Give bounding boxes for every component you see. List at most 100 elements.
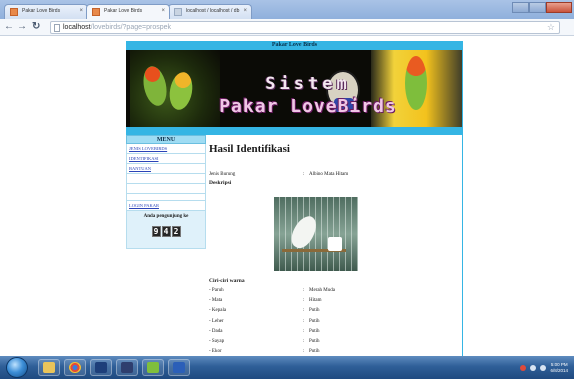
menu-item-jenis-lovebirds[interactable]: JENIS LOVEBIRDS <box>126 144 206 154</box>
site-banner: Sistem Pakar LoveBirds <box>126 50 463 127</box>
bookmark-star-icon[interactable]: ☆ <box>547 22 555 33</box>
banner-bottom-band <box>126 127 463 135</box>
menu-item-login-pakar[interactable]: LOGIN PAKAR <box>126 201 206 211</box>
close-tab-icon[interactable]: × <box>161 5 165 18</box>
back-arrow-icon[interactable]: ← <box>4 21 14 33</box>
feature-part: - Mata <box>209 298 223 304</box>
close-tab-icon[interactable]: × <box>79 5 83 18</box>
bird-type-row: Jenis Burung : Albino Mata Hitam <box>209 171 463 179</box>
start-button[interactable] <box>6 357 28 378</box>
menu-item-bantuan[interactable]: BANTUAN <box>126 164 206 174</box>
separator: : <box>303 298 305 304</box>
site-right-border <box>462 41 463 356</box>
minimize-button[interactable] <box>512 2 529 13</box>
page-title: Hasil Identifikasi <box>209 143 290 155</box>
feature-row: - Mata : Hitam <box>209 296 463 306</box>
separator: : <box>303 349 305 355</box>
features-label: Ciri-ciri warna <box>209 278 245 284</box>
tab-title: Pakar Love Birds <box>104 8 143 14</box>
feature-color: Putih <box>309 308 320 314</box>
counter-digit: 9 <box>151 226 161 237</box>
url-host: localhost <box>63 24 91 31</box>
browser-tab-1[interactable]: Pakar Love Birds × <box>4 4 88 19</box>
bird-type-label: Jenis Burung <box>209 172 236 177</box>
sidebar: MENU JENIS LOVEBIRDS IDENTIFIKASI BANTUA… <box>126 135 206 356</box>
tab-title: localhost / localhost / db <box>186 8 240 14</box>
feature-part: - Sayap <box>209 338 225 344</box>
volume-icon[interactable] <box>540 364 547 371</box>
feature-row: - Sayap : Putih <box>209 337 463 347</box>
bird-photo <box>274 197 358 271</box>
favicon-icon <box>92 8 100 16</box>
favicon-icon <box>10 8 18 16</box>
feature-part: - Kepala <box>209 308 227 314</box>
reload-icon[interactable]: ↻ <box>32 21 40 33</box>
feature-row: - Ekor : Putih <box>209 347 463 356</box>
visitor-counter: Anda pengunjung ke 9 4 2 <box>126 211 206 249</box>
feature-part: - Ekor <box>209 349 222 355</box>
close-window-button[interactable] <box>546 2 572 13</box>
window-controls <box>512 2 572 13</box>
menu-item-identifikasi[interactable]: IDENTIFIKASI <box>126 154 206 164</box>
separator: : <box>303 288 305 293</box>
site-title: Pakar Love Birds <box>126 41 463 50</box>
maximize-button[interactable] <box>529 2 546 13</box>
menu-heading: MENU <box>126 135 206 144</box>
browser-tab-3[interactable]: localhost / localhost / db × <box>168 4 252 19</box>
separator: : <box>303 308 305 314</box>
clock-date: 6/8/2014 <box>550 367 568 373</box>
photoshop-icon[interactable] <box>90 359 112 376</box>
taskbar: 5:00 PM 6/8/2014 <box>0 356 574 379</box>
browser-toolbar: ← → ↻ localhost/lovebirds/?page=prospek … <box>0 19 574 36</box>
feature-color: Putih <box>309 318 320 324</box>
app-icon[interactable] <box>116 359 138 376</box>
page-icon <box>54 24 60 32</box>
site-container: Pakar Love Birds Sistem Pakar LoveBirds … <box>126 41 463 356</box>
forward-arrow-icon[interactable]: → <box>17 21 27 33</box>
network-icon[interactable] <box>530 364 537 371</box>
system-tray: 5:00 PM 6/8/2014 <box>520 360 568 375</box>
banner-title-line2: Pakar LoveBirds <box>219 96 397 117</box>
feature-color: Merah Muda <box>309 288 335 293</box>
feature-part: - Leher <box>209 318 224 324</box>
counter-digit: 4 <box>161 226 171 237</box>
feature-color: Hitam <box>309 298 322 304</box>
address-bar[interactable]: localhost/lovebirds/?page=prospek ☆ <box>50 21 560 34</box>
menu-item-empty <box>126 174 206 184</box>
cage-background <box>274 197 358 271</box>
feeding-cup <box>328 237 342 251</box>
visitor-counter-label: Anda pengunjung ke <box>143 214 189 219</box>
clock-time: 5:00 PM <box>550 361 568 367</box>
feature-color: Putih <box>309 338 320 344</box>
close-tab-icon[interactable]: × <box>243 5 247 18</box>
description-label: Deskripsi <box>209 180 232 186</box>
media-icon[interactable] <box>142 359 164 376</box>
explorer-icon[interactable] <box>38 359 60 376</box>
menu-spacer <box>126 194 206 201</box>
main-content: Hasil Identifikasi Jenis Burung : Albino… <box>208 135 463 356</box>
tray-icon[interactable] <box>520 364 527 371</box>
chrome-icon[interactable] <box>64 359 86 376</box>
separator: : <box>303 328 305 334</box>
feature-part: - Paruh <box>209 288 224 293</box>
system-clock[interactable]: 5:00 PM 6/8/2014 <box>550 362 568 374</box>
separator: : <box>303 338 305 344</box>
menu-item-empty <box>126 184 206 194</box>
bird-type-value: Albino Mata Hitam <box>309 172 349 177</box>
word-icon[interactable] <box>168 359 190 376</box>
separator: : <box>303 172 305 177</box>
banner-title-line1: Sistem <box>265 74 351 94</box>
feature-row: - Paruh : Merah Muda <box>209 286 463 296</box>
feature-row: - Kepala : Putih <box>209 306 463 316</box>
separator: : <box>303 318 305 324</box>
counter-digit: 2 <box>171 226 181 237</box>
visitor-counter-digits: 9 4 2 <box>127 226 205 237</box>
feature-color: Putih <box>309 349 320 355</box>
url-path: /lovebirds/?page=prospek <box>90 24 172 31</box>
tab-title: Pakar Love Birds <box>22 8 61 14</box>
feature-row: - Leher : Putih <box>209 317 463 327</box>
browser-tab-2[interactable]: Pakar Love Birds × <box>86 4 170 19</box>
feature-part: - Dada <box>209 328 223 334</box>
page-viewport: Pakar Love Birds Sistem Pakar LoveBirds … <box>0 36 574 356</box>
browser-tab-bar: Pakar Love Birds × Pakar Love Birds × lo… <box>0 0 574 19</box>
